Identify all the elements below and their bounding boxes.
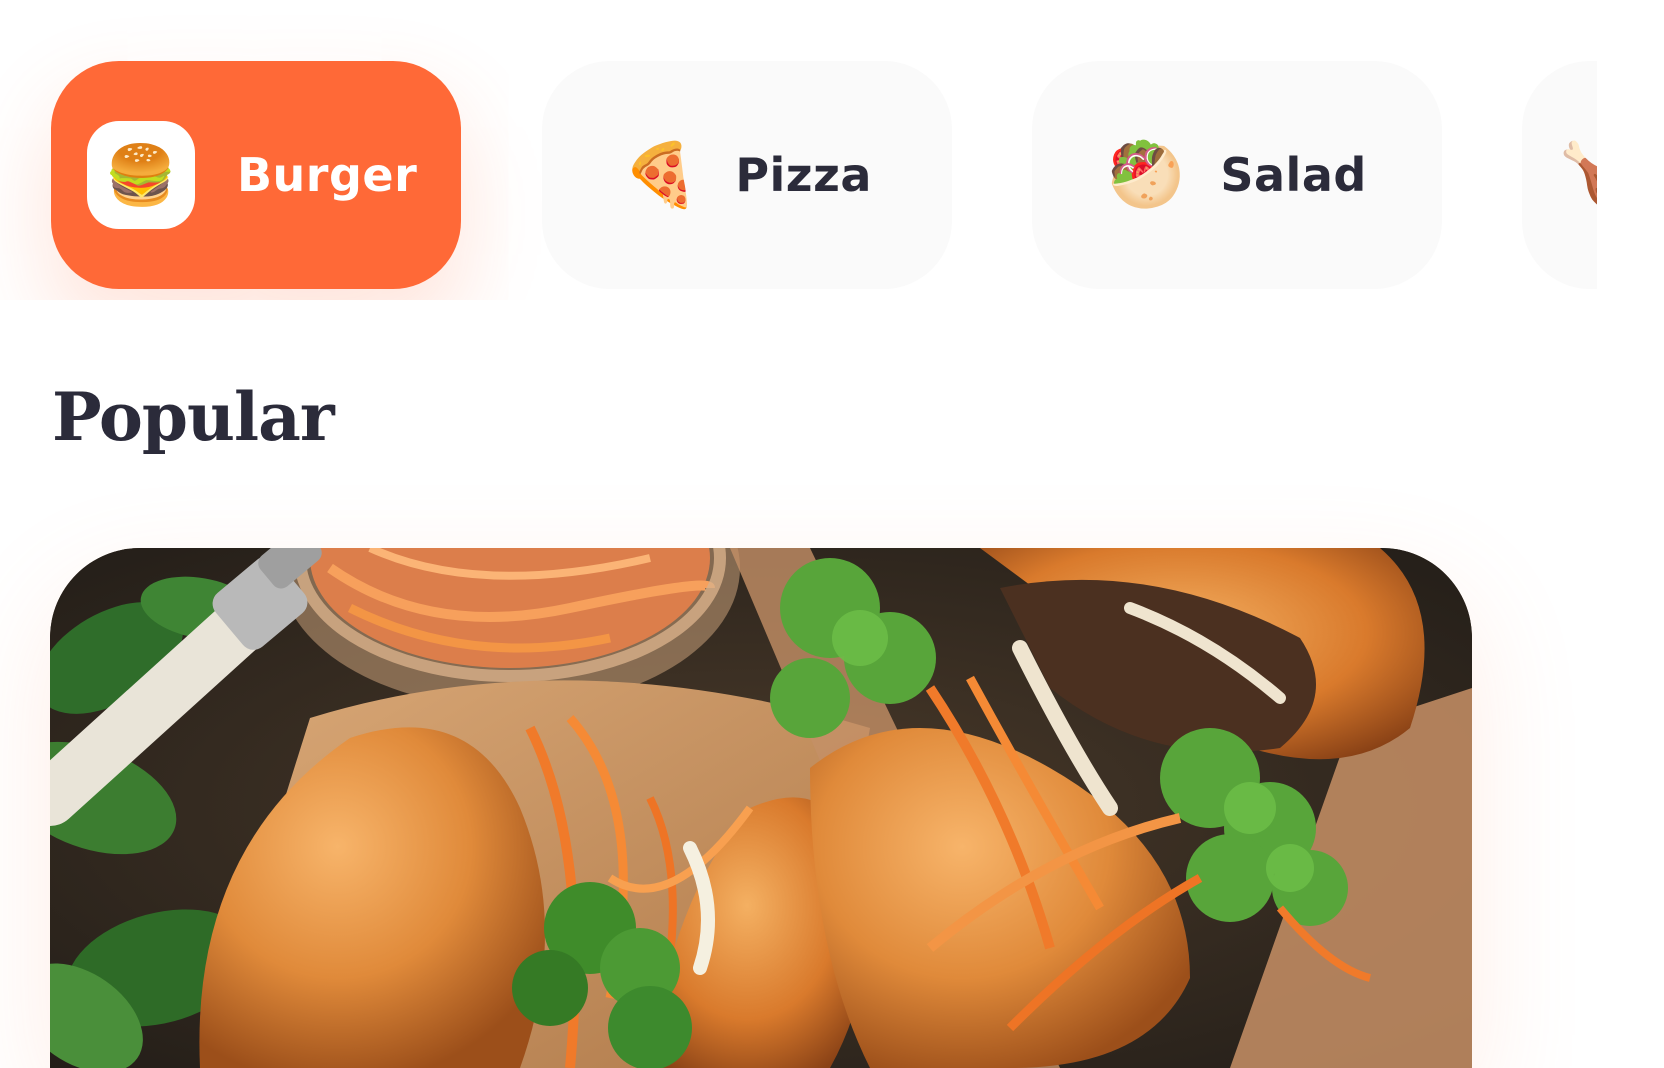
category-label-burger: Burger xyxy=(237,148,418,202)
category-chip-burger[interactable]: 🍔 Burger xyxy=(51,61,461,289)
popular-item-card[interactable] xyxy=(50,548,1472,1068)
category-list: 🍔 Burger 🍕 Pizza 🥙 Salad 🍗 xyxy=(0,0,1597,300)
salad-icon: 🥙 xyxy=(1107,138,1185,211)
pizza-icon: 🍕 xyxy=(622,138,700,211)
burger-icon: 🍔 xyxy=(87,121,195,229)
popular-item-image xyxy=(50,548,1472,1068)
chicken-icon: 🍗 xyxy=(1558,138,1597,211)
category-chip-chicken[interactable]: 🍗 xyxy=(1522,61,1597,289)
category-chip-pizza[interactable]: 🍕 Pizza xyxy=(542,61,952,289)
food-app-screen: 🍔 Burger 🍕 Pizza 🥙 Salad 🍗 Popular xyxy=(0,0,1664,1068)
category-label-salad: Salad xyxy=(1220,148,1367,202)
popular-section-title: Popular xyxy=(52,378,335,456)
category-chip-salad[interactable]: 🥙 Salad xyxy=(1032,61,1442,289)
category-label-pizza: Pizza xyxy=(735,148,872,202)
